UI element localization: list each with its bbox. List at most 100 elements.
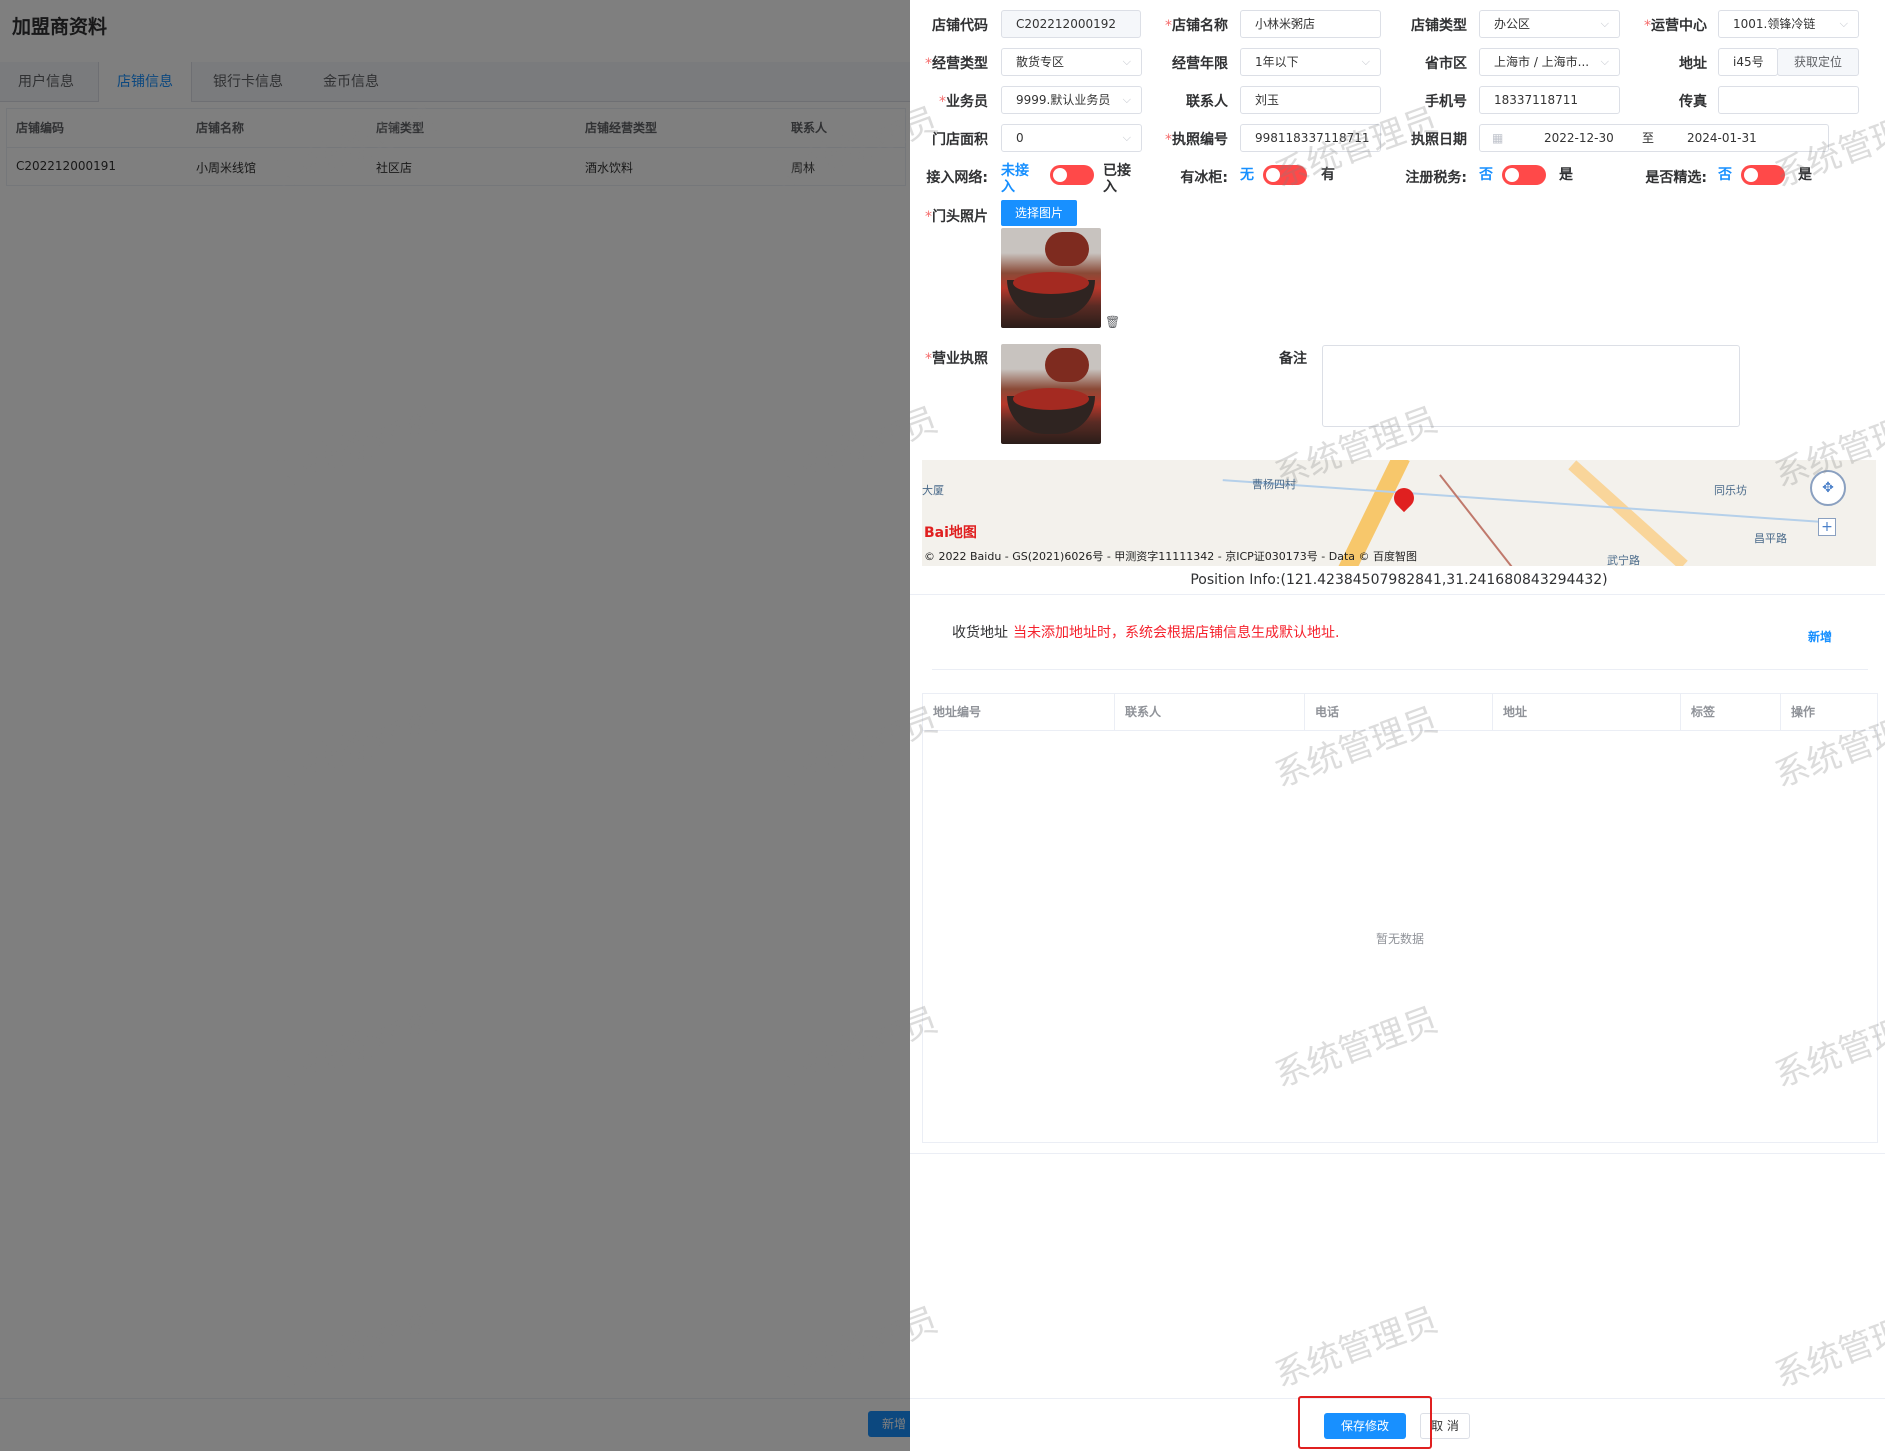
area-label: 门店面积 [932, 132, 988, 148]
column-header: 联系人 [1115, 694, 1305, 730]
photo-detail [1013, 272, 1089, 294]
toggle-knob [1505, 168, 1519, 182]
store-type-value: 办公区 [1494, 17, 1531, 31]
fridge-off-text: 无 [1240, 167, 1254, 183]
ops-center-value: 1001.领锋冷链 [1733, 17, 1816, 31]
biz-type-select[interactable]: 散货专区 ⌵ [1001, 48, 1142, 76]
door-photo-label: *门头照片 [925, 209, 988, 225]
door-photo-thumbnail[interactable] [1001, 228, 1101, 328]
featured-off-text: 否 [1718, 167, 1732, 183]
photo-detail [1045, 348, 1089, 382]
map-place-label: 武宁路 [1607, 554, 1640, 566]
toggle-knob [1266, 168, 1280, 182]
toggle-knob [1053, 168, 1067, 182]
featured-toggle[interactable] [1741, 165, 1785, 185]
license-photo-label: *营业执照 [925, 351, 988, 367]
remarks-label: 备注 [1279, 351, 1307, 367]
map-attribution: © 2022 Baidu - GS(2021)6026号 - 甲测资字11111… [924, 550, 1418, 563]
baidu-logo: Bai地图 [924, 525, 977, 541]
address-label: 地址 [1679, 56, 1707, 72]
date-start[interactable]: 2022-12-30 [1544, 125, 1614, 151]
header-divider [923, 730, 1877, 731]
baidu-map[interactable]: 大厦 曹杨四村 同乐坊 昌平路 武宁路 Bai地图 © 2022 Baidu -… [922, 460, 1876, 566]
tax-toggle[interactable] [1502, 165, 1546, 185]
photo-detail [1045, 232, 1089, 266]
salesman-value: 9999.默认业务员 [1016, 93, 1111, 107]
fax-label: 传真 [1679, 94, 1707, 110]
empty-state-text: 暂无数据 [1375, 932, 1424, 946]
date-separator: 至 [1642, 131, 1655, 145]
store-type-label: 店铺类型 [1411, 18, 1467, 34]
column-header: 电话 [1305, 694, 1493, 730]
contact-input[interactable]: 刘玉 [1240, 86, 1381, 114]
license-photo-thumbnail[interactable] [1001, 344, 1101, 444]
map-pan-control-icon[interactable]: ✥ [1810, 470, 1846, 506]
delete-icon[interactable]: 🗑 [1105, 315, 1120, 329]
ops-center-select[interactable]: 1001.领锋冷链 ⌵ [1718, 10, 1859, 38]
area-value: 0 [1016, 131, 1024, 145]
biz-years-select[interactable]: 1年以下 ⌵ [1240, 48, 1381, 76]
map-place-label: 昌平路 [1754, 532, 1787, 545]
map-rail [1439, 474, 1527, 566]
network-toggle[interactable] [1050, 165, 1094, 185]
divider [910, 594, 1885, 595]
get-location-button[interactable]: 获取定位 [1777, 48, 1859, 76]
select-image-button[interactable]: 选择图片 [1001, 200, 1078, 226]
network-off-text: 未接入 [1001, 163, 1029, 195]
fridge-toggle[interactable] [1263, 165, 1307, 185]
calendar-icon: ▦ [1492, 131, 1504, 145]
biz-years-value: 1年以下 [1255, 55, 1299, 69]
map-place-label: 曹杨四村 [1252, 478, 1296, 491]
store-type-select[interactable]: 办公区 ⌵ [1479, 10, 1620, 38]
map-place-label: 同乐坊 [1714, 484, 1747, 497]
column-header: 地址 [1493, 694, 1681, 730]
license-date-range[interactable]: ▦ 2022-12-30 至 2024-01-31 [1479, 124, 1829, 152]
salesman-label: *业务员 [939, 94, 988, 110]
tax-off-text: 否 [1479, 167, 1493, 183]
fax-input[interactable] [1718, 86, 1859, 114]
store-code-label: 店铺代码 [932, 18, 988, 34]
license-no-input[interactable]: 998118337118711 [1240, 124, 1381, 152]
highlight-box [1298, 1396, 1432, 1449]
shipping-address-warning: 当未添加地址时，系统会根据店铺信息生成默认地址. [1013, 625, 1340, 641]
divider [910, 1153, 1885, 1154]
region-value: 上海市 / 上海市... [1494, 55, 1590, 69]
tax-on-text: 是 [1559, 167, 1573, 183]
region-cascader[interactable]: 上海市 / 上海市... ⌵ [1479, 48, 1620, 76]
divider [932, 669, 1868, 670]
modal-overlay[interactable] [0, 0, 910, 1451]
network-label: 接入网络: [926, 170, 988, 186]
column-header: 标签 [1681, 694, 1781, 730]
license-date-label: 执照日期 [1411, 132, 1467, 148]
address-input[interactable]: i45号 [1718, 48, 1778, 76]
map-place-label: 大厦 [922, 484, 944, 497]
region-label: 省市区 [1425, 56, 1467, 72]
shipping-address-label: 收货地址 [952, 625, 1008, 641]
store-name-label: *店铺名称 [1165, 18, 1228, 34]
ops-center-label: *运营中心 [1644, 18, 1707, 34]
column-header: 地址编号 [923, 694, 1115, 730]
add-address-link[interactable]: 新增 [1808, 628, 1832, 645]
date-end[interactable]: 2024-01-31 [1687, 125, 1757, 151]
biz-type-value: 散货专区 [1016, 55, 1065, 69]
salesman-select[interactable]: 9999.默认业务员 ⌵ [1001, 86, 1142, 114]
phone-input[interactable]: 18337118711 [1479, 86, 1620, 114]
contact-label: 联系人 [1186, 94, 1228, 110]
position-info: Position Info:(121.42384507982841,31.241… [1190, 572, 1608, 588]
phone-label: 手机号 [1425, 94, 1467, 110]
address-table: 地址编号 联系人 电话 地址 标签 操作 暂无数据 [922, 693, 1878, 1143]
featured-on-text: 是 [1798, 167, 1812, 183]
license-no-label: *执照编号 [1165, 132, 1228, 148]
map-zoom-in-icon[interactable]: + [1818, 518, 1836, 536]
remarks-textarea[interactable] [1322, 345, 1740, 427]
biz-years-label: 经营年限 [1172, 56, 1228, 72]
fridge-on-text: 有 [1321, 167, 1335, 183]
fridge-label: 有冰柜: [1180, 170, 1228, 186]
store-code-input[interactable]: C202212000192 [1001, 10, 1141, 38]
area-select[interactable]: 0 ⌵ [1001, 124, 1142, 152]
toggle-knob [1744, 168, 1758, 182]
photo-detail [1013, 388, 1089, 410]
featured-label: 是否精选: [1645, 170, 1707, 186]
chevron-down-icon: ⌵ [1839, 17, 1848, 30]
store-name-input[interactable]: 小林米粥店 [1240, 10, 1381, 38]
